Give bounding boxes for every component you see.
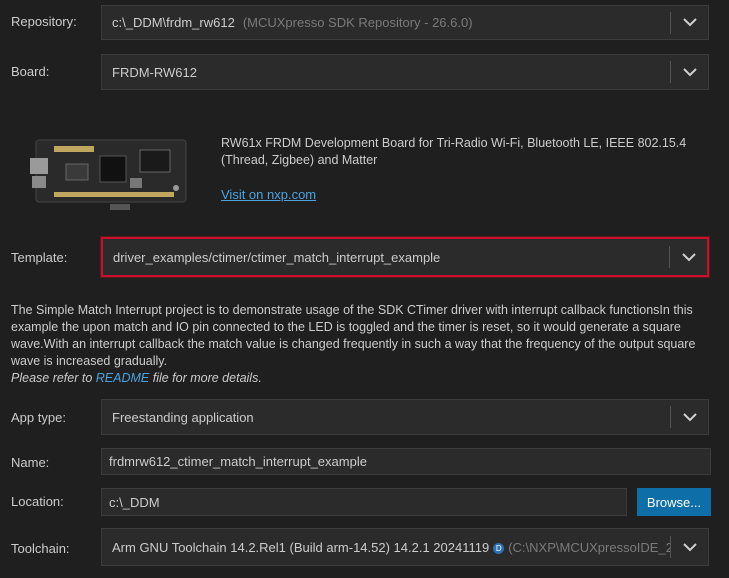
toolchain-path-hint: (C:\NXP\MCUXpressoIDE_25. [508,539,670,555]
location-label: Location: [11,494,64,509]
repository-label: Repository: [11,14,77,29]
board-image [30,132,190,212]
toolchain-select[interactable]: Arm GNU Toolchain 14.2.Rel1 (Build arm-1… [101,528,709,566]
board-label: Board: [11,64,50,79]
name-label: Name: [11,455,50,470]
board-description: RW61x FRDM Development Board for Tri-Rad… [221,136,687,167]
app-type-select[interactable]: Freestanding application [101,399,709,435]
app-type-value: Freestanding application [112,409,254,425]
chevron-down-icon[interactable] [671,55,708,89]
chevron-down-icon[interactable] [671,529,708,565]
board-select[interactable]: FRDM-RW612 [101,54,709,90]
app-type-label: App type: [11,410,66,425]
description-text: The Simple Match Interrupt project is to… [11,303,696,368]
location-input[interactable]: c:\_DDM [101,488,627,516]
toolchain-label: Toolchain: [11,541,70,556]
repository-value: c:\_DDM\frdm_rw612 (MCUXpresso SDK Reposi… [112,15,473,30]
chevron-down-icon[interactable] [671,400,708,434]
readme-note: Please refer to README file for more det… [11,371,262,385]
repository-select[interactable]: c:\_DDM\frdm_rw612 (MCUXpresso SDK Reposi… [101,5,709,40]
visit-nxp-link[interactable]: Visit on nxp.com [221,187,316,202]
toolchain-icon: D [493,542,505,554]
name-input[interactable]: frdmrw612_ctimer_match_interrupt_example [101,448,711,475]
template-label: Template: [11,250,68,265]
template-description: The Simple Match Interrupt project is to… [11,302,711,387]
toolchain-value: Arm GNU Toolchain 14.2.Rel1 (Build arm-1… [102,540,670,555]
readme-link[interactable]: README [96,371,149,385]
template-value: driver_examples/ctimer/ctimer_match_inte… [113,249,441,265]
repository-hint: (MCUXpresso SDK Repository - 26.6.0) [242,15,473,30]
chevron-down-icon[interactable] [671,6,708,39]
chevron-down-icon[interactable] [670,239,707,275]
browse-button[interactable]: Browse... [637,488,711,516]
template-select[interactable]: driver_examples/ctimer/ctimer_match_inte… [101,237,709,277]
board-value: FRDM-RW612 [112,64,197,80]
